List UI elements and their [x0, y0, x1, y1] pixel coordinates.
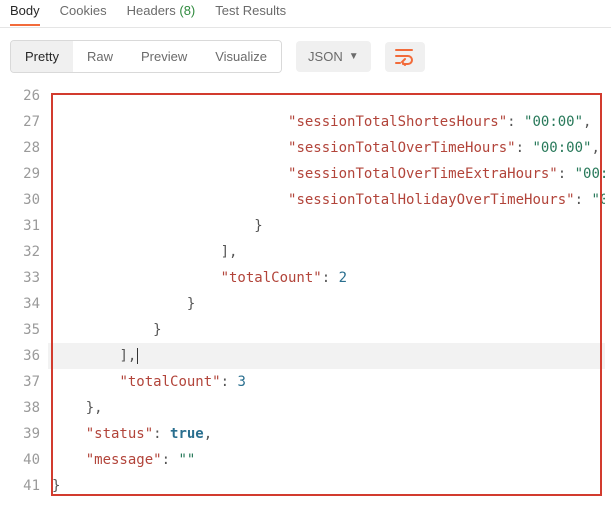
code-text: ], [48, 239, 605, 265]
code-line[interactable]: 26 [6, 83, 605, 109]
tab-test-results[interactable]: Test Results [215, 0, 286, 26]
line-number: 41 [6, 473, 48, 499]
code-text: "message": "" [48, 447, 605, 473]
response-body-panel: 26 27 "sessionTotalShortesHours": "00:00… [6, 83, 605, 499]
tab-headers-label: Headers [127, 3, 176, 18]
line-number: 28 [6, 135, 48, 161]
code-line[interactable]: 40 "message": "" [6, 447, 605, 473]
code-line[interactable]: 33 "totalCount": 2 [6, 265, 605, 291]
code-line[interactable]: 36 ], [6, 343, 605, 369]
line-number: 29 [6, 161, 48, 187]
code-text: "totalCount": 2 [48, 265, 605, 291]
view-visualize-button[interactable]: Visualize [201, 41, 281, 72]
response-toolbar: Pretty Raw Preview Visualize JSON ▼ [0, 28, 611, 81]
line-number: 35 [6, 317, 48, 343]
format-dropdown-label: JSON [308, 49, 343, 64]
code-line[interactable]: 27 "sessionTotalShortesHours": "00:00", [6, 109, 605, 135]
view-mode-group: Pretty Raw Preview Visualize [10, 40, 282, 73]
chevron-down-icon: ▼ [349, 51, 359, 62]
code-text: ], [48, 343, 605, 369]
line-number: 32 [6, 239, 48, 265]
code-text: "sessionTotalHolidayOverTimeHours": "00:… [48, 187, 605, 213]
view-raw-button[interactable]: Raw [73, 41, 127, 72]
code-line[interactable]: 41} [6, 473, 605, 499]
format-dropdown[interactable]: JSON ▼ [296, 41, 371, 72]
line-number: 39 [6, 421, 48, 447]
line-number: 26 [6, 83, 48, 109]
code-line[interactable]: 30 "sessionTotalHolidayOverTimeHours": "… [6, 187, 605, 213]
view-preview-button[interactable]: Preview [127, 41, 201, 72]
code-text: } [48, 473, 605, 499]
tab-headers[interactable]: Headers (8) [127, 0, 196, 26]
wrap-lines-icon [395, 48, 415, 66]
code-line[interactable]: 35 } [6, 317, 605, 343]
code-editor[interactable]: 26 27 "sessionTotalShortesHours": "00:00… [6, 83, 605, 499]
tab-headers-count: (8) [179, 3, 195, 18]
code-text: "status": true, [48, 421, 605, 447]
code-line[interactable]: 39 "status": true, [6, 421, 605, 447]
code-text: "sessionTotalOverTimeHours": "00:00", [48, 135, 605, 161]
line-number: 30 [6, 187, 48, 213]
code-text: "sessionTotalOverTimeExtraHours": "00:00… [48, 161, 605, 187]
line-number: 31 [6, 213, 48, 239]
line-number: 40 [6, 447, 48, 473]
line-number: 37 [6, 369, 48, 395]
line-number: 27 [6, 109, 48, 135]
line-number: 36 [6, 343, 48, 369]
code-line[interactable]: 29 "sessionTotalOverTimeExtraHours": "00… [6, 161, 605, 187]
response-tabs: Body Cookies Headers (8) Test Results [0, 0, 611, 28]
code-line[interactable]: 31 } [6, 213, 605, 239]
code-text [48, 83, 605, 109]
code-line[interactable]: 34 } [6, 291, 605, 317]
wrap-lines-button[interactable] [385, 42, 425, 72]
line-number: 33 [6, 265, 48, 291]
code-text: "totalCount": 3 [48, 369, 605, 395]
code-text: "sessionTotalShortesHours": "00:00", [48, 109, 605, 135]
view-pretty-button[interactable]: Pretty [11, 41, 73, 72]
code-text: }, [48, 395, 605, 421]
code-line[interactable]: 38 }, [6, 395, 605, 421]
tab-body[interactable]: Body [10, 0, 40, 26]
code-line[interactable]: 32 ], [6, 239, 605, 265]
code-line[interactable]: 37 "totalCount": 3 [6, 369, 605, 395]
code-text: } [48, 317, 605, 343]
line-number: 38 [6, 395, 48, 421]
code-text: } [48, 213, 605, 239]
code-text: } [48, 291, 605, 317]
code-line[interactable]: 28 "sessionTotalOverTimeHours": "00:00", [6, 135, 605, 161]
tab-cookies[interactable]: Cookies [60, 0, 107, 26]
line-number: 34 [6, 291, 48, 317]
